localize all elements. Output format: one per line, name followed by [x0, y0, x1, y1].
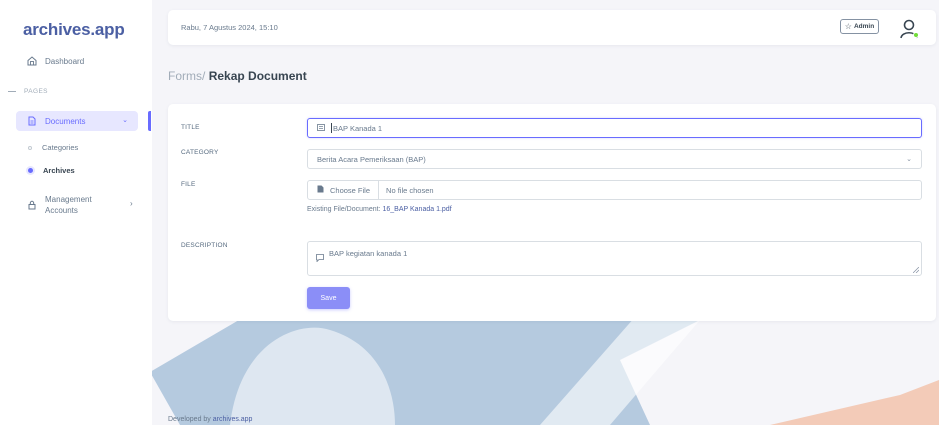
- brand-logo[interactable]: archives.app: [23, 20, 125, 40]
- sidebar-section-header: PAGES: [8, 88, 48, 95]
- breadcrumb: Forms/ Rekap Document: [168, 69, 307, 83]
- sidebar-subitem-categories[interactable]: Categories: [28, 143, 78, 152]
- description-label: DESCRIPTION: [181, 242, 228, 249]
- category-value: Berita Acara Pemeriksaan (BAP): [317, 154, 426, 164]
- title-label: TITLE: [181, 124, 200, 131]
- file-icon: [317, 185, 324, 195]
- page-title: Rekap Document: [208, 69, 307, 83]
- file-input[interactable]: Choose File No file chosen: [307, 180, 922, 200]
- sidebar-item-label: Documents: [45, 116, 86, 126]
- sidebar-item-label: Management: [45, 195, 92, 204]
- description-textarea[interactable]: BAP kegiatan kanada 1: [307, 241, 922, 276]
- document-icon: [27, 116, 37, 126]
- resize-handle-icon[interactable]: [913, 267, 919, 273]
- active-indicator: [148, 111, 151, 131]
- admin-button[interactable]: ☆ Admin: [840, 19, 879, 34]
- sidebar-item-dashboard[interactable]: Dashboard: [27, 56, 84, 66]
- footer-link[interactable]: archives.app: [213, 416, 253, 423]
- id-card-icon: [317, 123, 325, 133]
- sidebar: archives.app Dashboard PAGES Documents ⌄…: [0, 0, 152, 425]
- chevron-down-icon: ⌄: [906, 156, 912, 163]
- online-status-dot: [913, 32, 919, 38]
- bullet-active-icon: [28, 168, 33, 173]
- breadcrumb-parent[interactable]: Forms/: [168, 69, 205, 83]
- form-card: TITLE BAP Kanada 1 CATEGORY Berita Acara…: [168, 104, 936, 321]
- sidebar-item-documents[interactable]: Documents ⌄: [16, 111, 138, 131]
- current-datetime: Rabu, 7 Agustus 2024, 15:10: [181, 23, 278, 32]
- category-select[interactable]: Berita Acara Pemeriksaan (BAP) ⌄: [307, 149, 922, 169]
- description-value: BAP kegiatan kanada 1: [329, 249, 408, 258]
- home-icon: [27, 56, 37, 66]
- bullet-icon: [28, 145, 32, 150]
- chevron-down-icon: ⌄: [122, 117, 128, 124]
- lock-icon: [27, 200, 37, 210]
- title-value: BAP Kanada 1: [333, 123, 383, 133]
- choose-file-button[interactable]: Choose File: [308, 181, 380, 199]
- sidebar-subitem-archives[interactable]: Archives: [28, 166, 75, 175]
- save-button[interactable]: Save: [307, 287, 350, 309]
- category-label: CATEGORY: [181, 149, 219, 156]
- sidebar-item-label: Accounts: [45, 206, 78, 215]
- comment-icon: [316, 254, 324, 264]
- sidebar-item-management-accounts[interactable]: Management Accounts ›: [27, 194, 133, 216]
- sidebar-item-label: Dashboard: [45, 56, 85, 66]
- file-status: No file chosen: [386, 185, 434, 195]
- file-label: FILE: [181, 181, 196, 188]
- chevron-right-icon: ›: [130, 199, 133, 208]
- footer: Developed by archives.app: [168, 416, 253, 423]
- title-input[interactable]: BAP Kanada 1: [307, 118, 922, 138]
- star-icon: ☆: [844, 22, 852, 31]
- existing-file-note: Existing File/Document: 16_BAP Kanada 1.…: [307, 206, 452, 213]
- existing-file-link[interactable]: 16_BAP Kanada 1.pdf: [382, 206, 451, 213]
- top-navbar: Rabu, 7 Agustus 2024, 15:10 ☆ Admin: [168, 10, 936, 45]
- text-caret: [331, 123, 332, 133]
